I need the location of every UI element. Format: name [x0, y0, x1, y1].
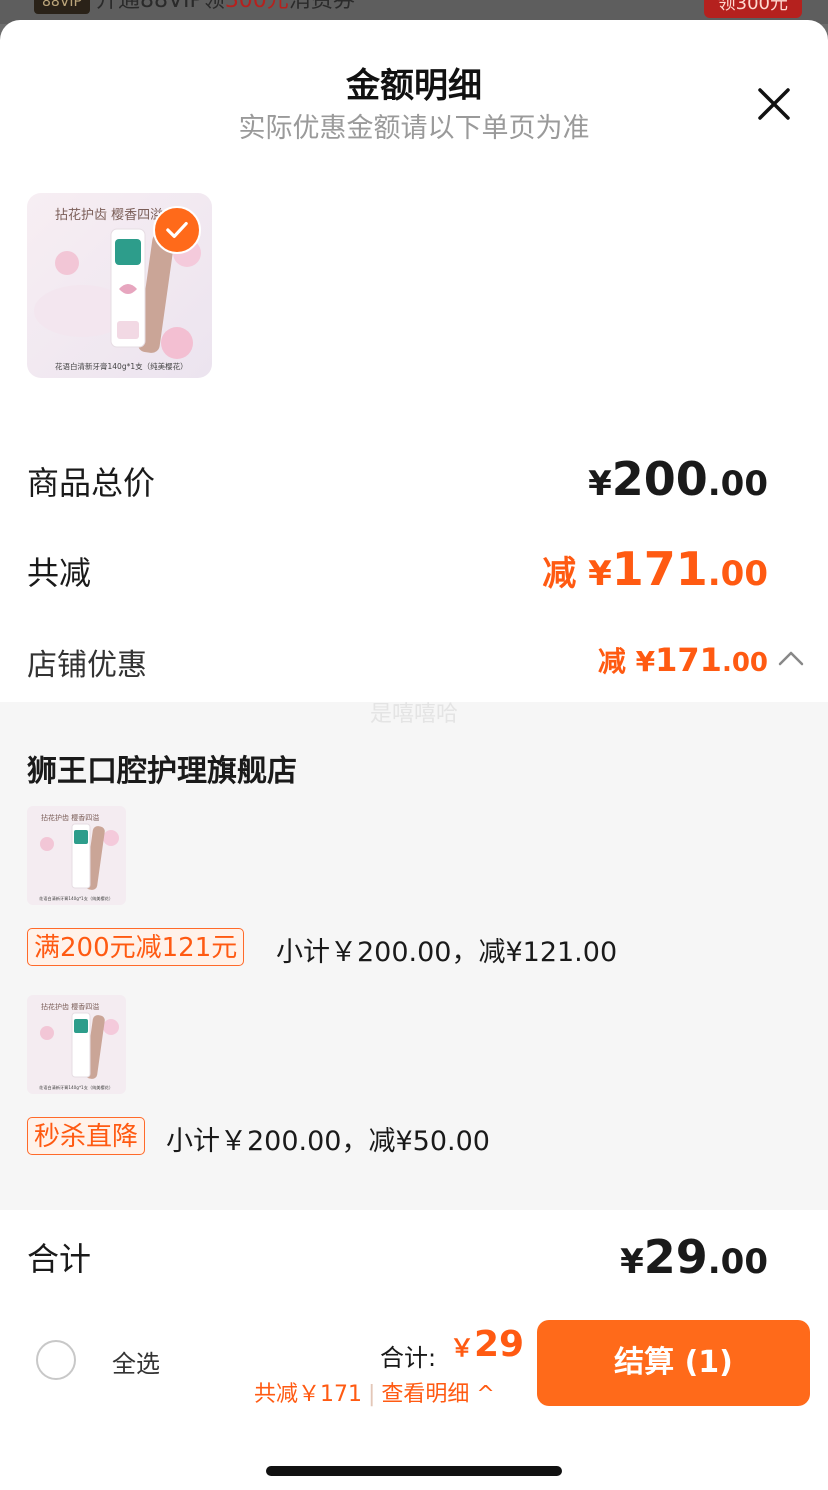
sum-label: 合计: — [380, 1344, 437, 1372]
promo-subtotal: 小计￥200.00，减¥121.00 — [276, 937, 618, 968]
checkout-bar: 全选 合计: ￥29 共减￥171 | 查看明细 ^ 结算 (1) — [0, 1312, 828, 1490]
product-thumbnail-small: 拈花护齿 樱香四溢 花语白清新牙膏140g*1支（纯美樱花） — [27, 995, 126, 1094]
svg-text:拈花护齿 樱香四溢: 拈花护齿 樱香四溢 — [55, 207, 163, 223]
sheet-subtitle: 实际优惠金额请以下单页为准 — [238, 113, 590, 144]
store-name: 狮王口腔护理旗舰店 — [27, 754, 297, 789]
grand-total-value: ¥29.00 — [620, 1230, 768, 1284]
select-all-label[interactable]: 全选 — [112, 1344, 160, 1379]
view-detail-link[interactable]: 查看明细 — [381, 1382, 469, 1407]
select-all-radio[interactable] — [36, 1340, 76, 1380]
store-discount-label[interactable]: 店铺优惠 — [27, 640, 147, 684]
close-icon[interactable] — [752, 82, 796, 126]
total-reduce-label: 共减 — [27, 554, 92, 592]
total-price-value: ¥200.00 — [588, 452, 768, 506]
watermark: 是嘻嘻哈 — [369, 702, 458, 727]
promo-subtotal: 小计￥200.00，减¥50.00 — [166, 1126, 490, 1157]
svg-text:花语白清新牙膏140g*1支（纯美樱花）: 花语白清新牙膏140g*1支（纯美樱花） — [39, 1084, 113, 1091]
svg-text:拈花护齿 樱香四溢: 拈花护齿 樱香四溢 — [41, 813, 99, 822]
store-discount-value[interactable]: 减 ¥171.00 — [598, 640, 768, 680]
sheet-title: 金额明细 — [346, 66, 482, 106]
svg-text:花语白清新牙膏140g*1支（纯美樱花）: 花语白清新牙膏140g*1支（纯美樱花） — [39, 895, 113, 902]
home-indicator — [266, 1466, 562, 1476]
chevron-up-icon[interactable]: ^ — [469, 1382, 494, 1407]
vip-badge: 88VIP — [34, 0, 90, 14]
total-reduce-value: 减 ¥171.00 — [542, 542, 768, 596]
promo-tag: 满200元减121元 — [27, 928, 245, 966]
svg-text:拈花护齿 樱香四溢: 拈花护齿 樱香四溢 — [41, 1002, 99, 1011]
product-thumbnail-small: 拈花护齿 樱香四溢 花语白清新牙膏140g*1支（纯美樱花） — [27, 806, 126, 905]
vip-banner-text: 开通88VIP领300元消费券 — [96, 0, 355, 13]
sum-value: ￥29 — [450, 1324, 525, 1365]
promo-tag: 秒杀直降 — [27, 1117, 146, 1155]
chevron-up-icon[interactable] — [776, 648, 806, 668]
grand-total-label: 合计 — [27, 1240, 92, 1278]
vip-claim-button[interactable]: 领300元 — [703, 0, 802, 18]
svg-text:花语白清新牙膏140g*1支（纯美樱花）: 花语白清新牙膏140g*1支（纯美樱花） — [55, 361, 188, 371]
total-price-label: 商品总价 — [27, 464, 156, 502]
checkmark-icon[interactable] — [153, 206, 201, 254]
reduce-summary[interactable]: 共减￥171 | 查看明细 ^ — [254, 1376, 495, 1408]
checkout-button[interactable]: 结算 (1) — [537, 1320, 810, 1406]
amount-detail-sheet: 金额明细 实际优惠金额请以下单页为准 拈花护齿 樱香四溢 花语白清新牙膏140g… — [0, 20, 828, 1490]
